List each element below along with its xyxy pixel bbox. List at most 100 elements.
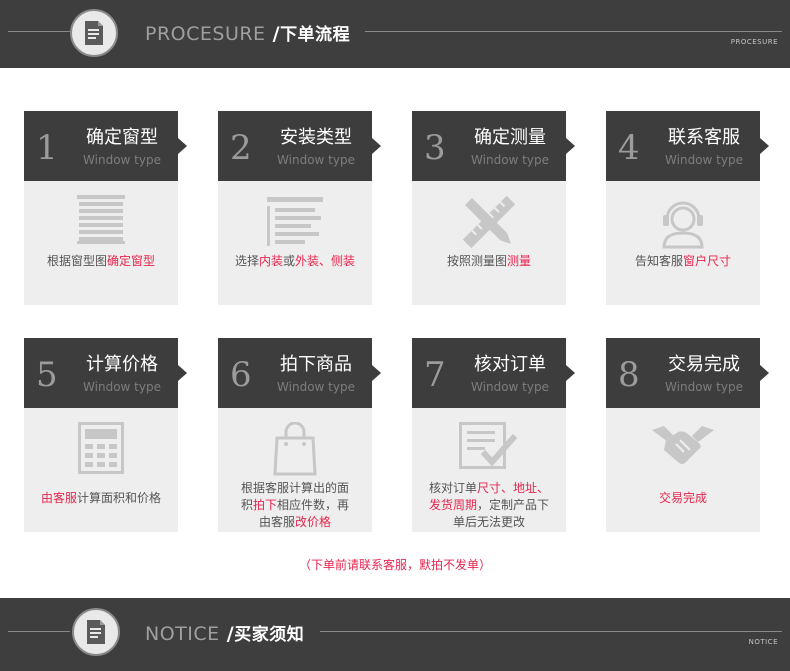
step-header: 8 交易完成 Window type bbox=[606, 338, 769, 408]
description-text: 计算面积和价格 bbox=[77, 491, 162, 505]
step-number: 4 bbox=[618, 128, 640, 168]
highlight-text: 测量 bbox=[507, 254, 532, 268]
step-number: 3 bbox=[424, 128, 446, 168]
step-arrow bbox=[372, 365, 381, 381]
footer-title: NOTICE /买家须知 bbox=[145, 620, 304, 645]
header-band: PROCESURE /下单流程 PROCESURE bbox=[0, 0, 790, 68]
description-text: 按照测量图 bbox=[446, 254, 507, 268]
step-body: 按照测量图测量 bbox=[412, 181, 566, 305]
step-description-line: 积拍下相应件数，再 bbox=[224, 497, 366, 514]
step-arrow bbox=[372, 138, 381, 154]
description-text: 根据客服计算出的面 bbox=[240, 481, 349, 495]
step-subtitle: Window type bbox=[83, 380, 161, 394]
step-card-5: 5 计算价格 Window type 由客服计算面积和价格 bbox=[24, 338, 187, 532]
description-text: ，定制产品下 bbox=[477, 498, 550, 512]
highlight-text: 内装 bbox=[258, 254, 283, 268]
step-description-line: 交易完成 bbox=[612, 490, 754, 507]
step-body: 交易完成 bbox=[606, 408, 760, 532]
step-title: 核对订单 bbox=[474, 354, 546, 375]
footer-title-cn: 买家须知 bbox=[234, 625, 305, 645]
highlight-text: 尺寸、地址、 bbox=[477, 481, 550, 495]
step-body: 告知客服窗户尺寸 bbox=[606, 181, 760, 305]
footer-corner-label: NOTICE bbox=[748, 638, 778, 646]
step-description: 按照测量图测量 bbox=[418, 253, 560, 270]
description-text: 单后无法更改 bbox=[452, 515, 525, 529]
step-arrow bbox=[566, 138, 575, 154]
step-description-line: 根据客服计算出的面 bbox=[224, 480, 366, 497]
step-description: 由客服计算面积和价格 bbox=[30, 490, 172, 507]
step-description-line: 单后无法更改 bbox=[418, 514, 560, 531]
step-body: 由客服计算面积和价格 bbox=[24, 408, 178, 532]
step-description-line: 由客服改价格 bbox=[224, 514, 366, 531]
step-arrow bbox=[760, 365, 769, 381]
calculator-icon bbox=[78, 422, 124, 478]
step-description-line: 按照测量图测量 bbox=[418, 253, 560, 270]
step-title: 计算价格 bbox=[86, 354, 158, 375]
step-card-1: 1 确定窗型 Window type 根据窗型图确定窗型 bbox=[24, 111, 187, 305]
highlight-text: 发货周期 bbox=[428, 498, 477, 512]
headset-icon bbox=[658, 197, 708, 253]
highlight-text: 确定窗型 bbox=[107, 254, 156, 268]
step-body: 选择内装或外装、侧装 bbox=[218, 181, 372, 305]
step-body: 根据客服计算出的面 积拍下相应件数，再 由客服改价格 bbox=[218, 408, 372, 532]
step-title: 联系客服 bbox=[668, 127, 740, 148]
step-number: 7 bbox=[424, 355, 446, 395]
step-number: 8 bbox=[618, 355, 640, 395]
highlight-text: 交易完成 bbox=[658, 491, 707, 505]
step-subtitle: Window type bbox=[277, 380, 355, 394]
description-text: 告知客服 bbox=[634, 254, 683, 268]
step-arrow bbox=[566, 365, 575, 381]
document-icon bbox=[70, 9, 118, 57]
step-card-8: 8 交易完成 Window type 交易完成 bbox=[606, 338, 769, 532]
step-header: 2 安装类型 Window type bbox=[218, 111, 381, 181]
header-corner-label: PROCESURE bbox=[730, 38, 778, 46]
description-text: 积 bbox=[240, 498, 253, 512]
step-card-7: 7 核对订单 Window type 核对订单尺寸、地址、 发货周期，定制产品下 单后无法… bbox=[412, 338, 575, 532]
step-title: 拍下商品 bbox=[280, 354, 352, 375]
step-header: 6 拍下商品 Window type bbox=[218, 338, 381, 408]
header-title-en: PROCESURE bbox=[145, 23, 266, 45]
step-description: 告知客服窗户尺寸 bbox=[612, 253, 754, 270]
header-title-separator: / bbox=[265, 23, 281, 45]
step-body: 核对订单尺寸、地址、 发货周期，定制产品下单后无法更改 bbox=[412, 408, 566, 532]
step-header: 1 确定窗型 Window type bbox=[24, 111, 187, 181]
list-icon bbox=[267, 197, 323, 251]
step-header: 4 联系客服 Window type bbox=[606, 111, 769, 181]
step-card-3: 3 确定测量 Window type 按照测量图测量 bbox=[412, 111, 575, 305]
step-number: 6 bbox=[230, 355, 252, 395]
shopping-bag-icon bbox=[272, 421, 318, 480]
highlight-text: 外装、侧装 bbox=[295, 254, 356, 268]
description-text: 根据窗型图 bbox=[46, 254, 107, 268]
step-subtitle: Window type bbox=[471, 380, 549, 394]
step-header: 7 核对订单 Window type bbox=[412, 338, 575, 408]
highlight-text: 改价格 bbox=[295, 515, 332, 529]
description-text: 相应件数，再 bbox=[277, 498, 350, 512]
header-title: PROCESURE /下单流程 bbox=[145, 20, 350, 45]
footer-divider-right bbox=[320, 631, 782, 632]
footer-band: NOTICE /买家须知 NOTICE bbox=[0, 598, 790, 671]
step-title: 确定窗型 bbox=[86, 127, 158, 148]
step-number: 5 bbox=[36, 355, 58, 395]
step-card-2: 2 安装类型 Window type 选择内装或外装、侧装 bbox=[218, 111, 381, 305]
step-title: 确定测量 bbox=[474, 127, 546, 148]
checklist-icon bbox=[459, 422, 519, 476]
header-divider-right bbox=[365, 31, 782, 32]
step-description-line: 由客服计算面积和价格 bbox=[30, 490, 172, 507]
description-text: 选择 bbox=[234, 254, 259, 268]
handshake-icon bbox=[650, 422, 716, 474]
highlight-text: 拍下 bbox=[252, 498, 277, 512]
step-number: 1 bbox=[36, 128, 58, 168]
step-subtitle: Window type bbox=[83, 153, 161, 167]
document-icon bbox=[72, 608, 120, 656]
step-description: 根据窗型图确定窗型 bbox=[30, 253, 172, 270]
step-arrow bbox=[760, 138, 769, 154]
step-body: 根据窗型图确定窗型 bbox=[24, 181, 178, 305]
step-subtitle: Window type bbox=[665, 380, 743, 394]
footer-title-separator: / bbox=[219, 623, 235, 645]
step-card-6: 6 拍下商品 Window type 根据客服计算出的面 积拍下相应件数，再 由客服改价格 bbox=[218, 338, 381, 532]
highlight-text: 由客服 bbox=[40, 491, 77, 505]
description-text: 核对订单 bbox=[428, 481, 477, 495]
footer-divider-left bbox=[8, 631, 70, 632]
step-header: 3 确定测量 Window type bbox=[412, 111, 575, 181]
step-arrow bbox=[178, 365, 187, 381]
